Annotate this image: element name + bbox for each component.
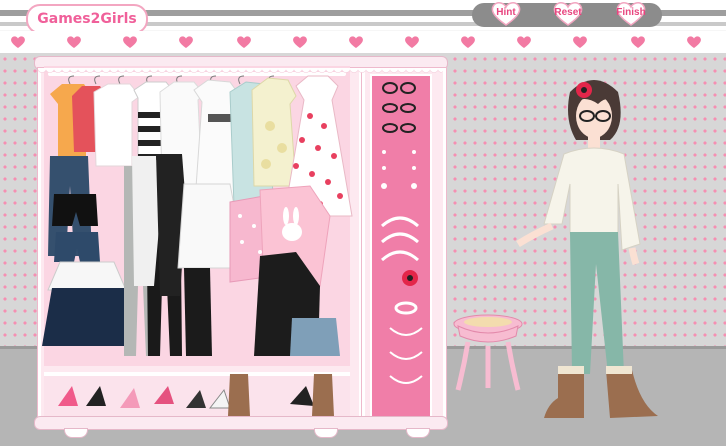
heart-icon	[179, 36, 193, 48]
hint-label: Hint	[496, 7, 516, 18]
accessory-necklaces[interactable]	[389, 327, 423, 384]
heart-icon	[67, 36, 81, 48]
denim-vest[interactable]	[290, 318, 340, 356]
site-logo[interactable]: Games2Girls	[26, 4, 148, 34]
floral-dress[interactable]	[251, 77, 297, 187]
reset-button[interactable]: Reset	[551, 1, 585, 27]
accessory-glasses[interactable]	[382, 82, 416, 133]
heart-icon	[461, 36, 475, 48]
heart-icon	[293, 36, 307, 48]
heart-icon	[237, 36, 251, 48]
black-leggings-long[interactable]	[184, 268, 212, 356]
reset-label: Reset	[554, 7, 582, 18]
accessory-bracelet[interactable]	[394, 301, 418, 315]
shoe-row[interactable]	[58, 374, 334, 416]
dressup-model[interactable]	[514, 74, 670, 422]
white-navy-skirt[interactable]	[42, 261, 134, 346]
heart-icon	[631, 36, 645, 48]
accessory-earrings[interactable]	[381, 150, 417, 189]
finish-button[interactable]: Finish	[614, 1, 648, 27]
accessory-flower[interactable]	[402, 270, 418, 286]
finish-label: Finish	[616, 7, 646, 18]
heart-icon	[573, 36, 587, 48]
hint-button[interactable]: Hint	[489, 1, 523, 27]
heart-icon	[517, 36, 531, 48]
heart-border	[0, 31, 726, 53]
white-top[interactable]	[93, 83, 141, 167]
heart-icon	[123, 36, 137, 48]
accessory-headbands[interactable]	[381, 216, 419, 262]
wardrobe	[34, 56, 448, 438]
heart-icon	[349, 36, 363, 48]
heart-icon	[405, 36, 419, 48]
denim-shorts[interactable]	[54, 232, 100, 262]
heart-icon	[687, 36, 701, 48]
heart-icon	[11, 36, 25, 48]
